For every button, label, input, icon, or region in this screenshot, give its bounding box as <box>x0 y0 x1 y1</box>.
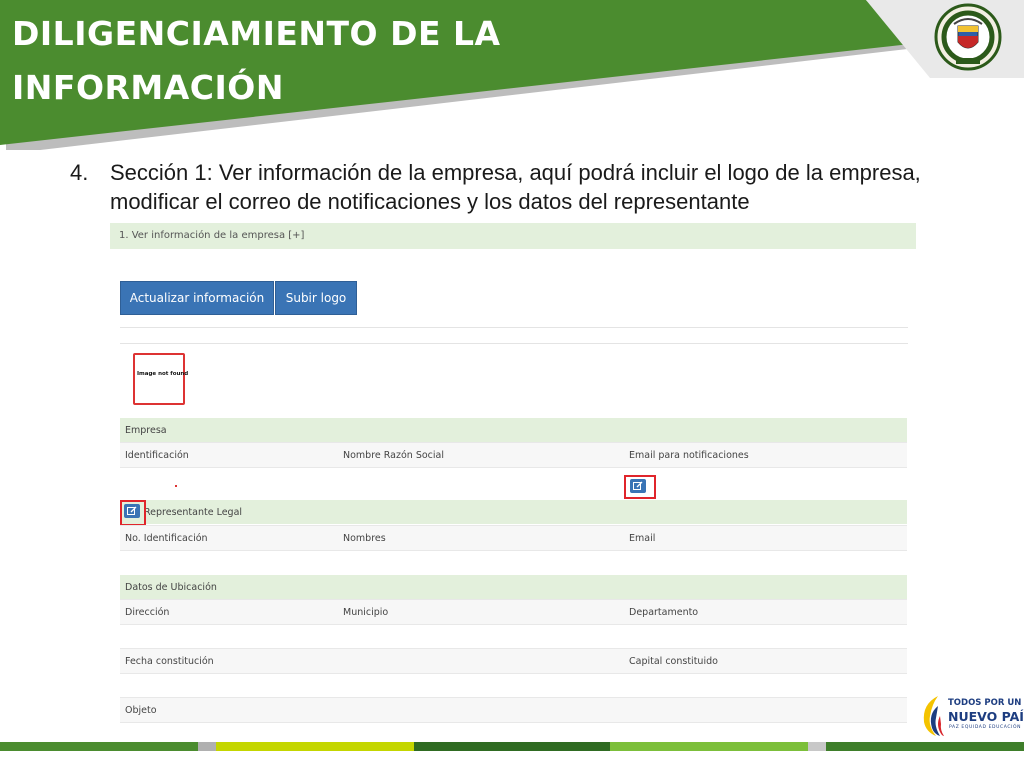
representante-columns-row: No. Identificación Nombres Email <box>120 525 907 551</box>
empresa-title: Empresa <box>125 425 167 436</box>
footer-stripe-lightgreen <box>610 742 808 751</box>
col-razon-social: Nombre Razón Social <box>343 450 444 461</box>
ubicacion-row2: Fecha constitución Capital constituido <box>120 648 907 674</box>
upload-logo-button[interactable]: Subir logo <box>275 281 357 315</box>
divider <box>120 343 908 344</box>
col-fecha-constitucion: Fecha constitución <box>125 656 214 667</box>
todos-por-un-nuevo-pais-logo: TODOS POR UN NUEVO PAÍS PAZ EQUIDAD EDUC… <box>918 692 1024 740</box>
divider <box>120 327 908 328</box>
footer-stripe-gray2 <box>808 742 826 751</box>
footer-stripe-green <box>0 742 198 751</box>
ubicacion-columns-row: Dirección Municipio Departamento <box>120 599 907 625</box>
col-municipio: Municipio <box>343 607 389 618</box>
representante-title: Representante Legal <box>144 507 243 518</box>
col-no-identificacion: No. Identificación <box>125 533 208 544</box>
edit-icon <box>127 506 137 515</box>
col-nombres: Nombres <box>343 533 386 544</box>
col-capital-constituido: Capital constituido <box>629 656 718 667</box>
col-email: Email <box>629 533 656 544</box>
col-identificacion: Identificación <box>125 450 189 461</box>
ubicacion-header: Datos de Ubicación <box>120 575 907 599</box>
colombia-swoosh-icon <box>923 696 944 736</box>
section-title: 1. Ver información de la empresa [+] <box>119 230 305 241</box>
edit-icon <box>633 481 643 490</box>
brand-line2: NUEVO PAÍS <box>948 709 1024 724</box>
ubicacion-row3: Objeto <box>120 697 907 723</box>
footer-stripe-darkgreen <box>414 742 610 751</box>
col-direccion: Dirección <box>125 607 170 618</box>
brand-line1: TODOS POR UN <box>948 698 1022 708</box>
page-title-line1: DILIGENCIAMIENTO DE LA <box>12 14 501 53</box>
footer-stripe-green2 <box>826 742 1024 751</box>
instruction-text: Sección 1: Ver información de la empresa… <box>110 160 921 214</box>
police-crest-icon <box>934 2 1002 72</box>
representante-header: Representante Legal <box>120 500 907 524</box>
marker-dot <box>175 485 177 487</box>
empresa-columns-row: Identificación Nombre Razón Social Email… <box>120 442 907 468</box>
col-email-notificaciones: Email para notificaciones <box>629 450 749 461</box>
edit-email-button[interactable] <box>630 479 646 493</box>
empresa-header: Empresa <box>120 418 907 442</box>
update-info-button[interactable]: Actualizar información <box>120 281 274 315</box>
instruction-number: 4. <box>70 160 89 185</box>
col-departamento: Departamento <box>629 607 699 618</box>
embedded-screenshot: 1. Ver información de la empresa [+] Act… <box>110 223 916 733</box>
company-logo-placeholder: Image not found <box>133 353 189 405</box>
header-banner: DILIGENCIAMIENTO DE LA INFORMACIÓN <box>0 0 1024 154</box>
page-title-line2: INFORMACIÓN <box>12 68 284 107</box>
brand-line3: PAZ EQUIDAD EDUCACIÓN <box>949 725 1022 730</box>
section-header[interactable]: 1. Ver información de la empresa [+] <box>110 223 916 249</box>
image-placeholder-text: Image not found <box>137 371 189 377</box>
footer-stripe-gray <box>198 742 216 751</box>
col-objeto: Objeto <box>125 705 157 716</box>
footer-stripe-lime <box>216 742 414 751</box>
ubicacion-title: Datos de Ubicación <box>125 582 217 593</box>
edit-representante-button[interactable] <box>124 504 140 518</box>
